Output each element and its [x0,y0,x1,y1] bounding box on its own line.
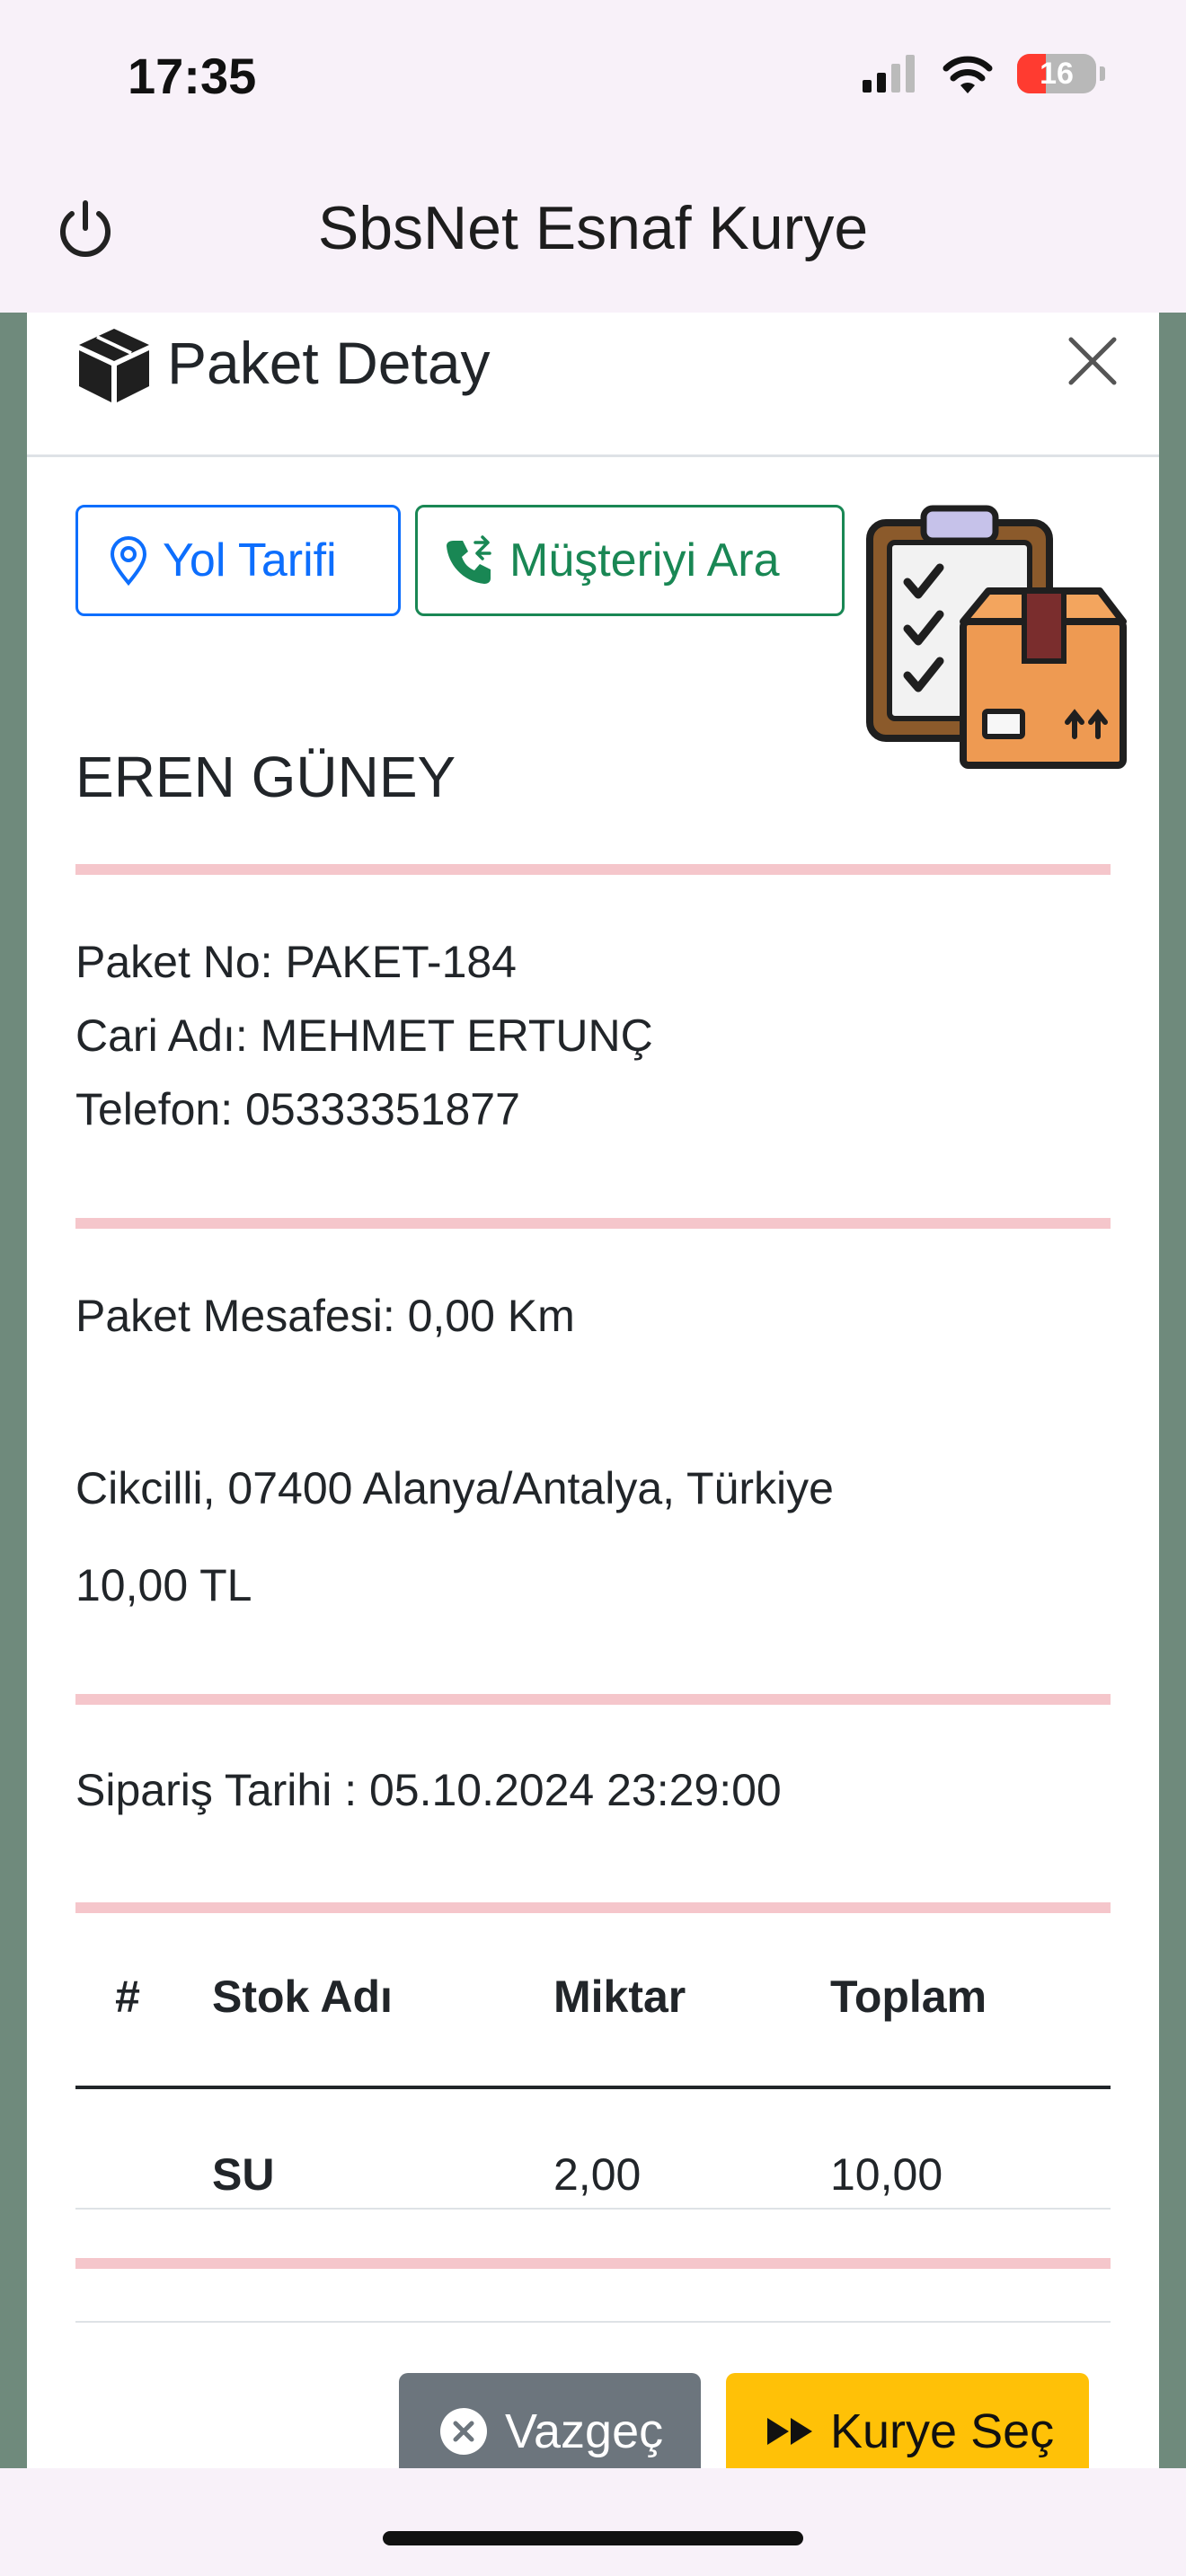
separator [75,1694,1111,1705]
background-right [1159,313,1186,2468]
call-customer-button[interactable]: Müşteriyi Ara [415,505,845,616]
signal-icon [863,55,915,93]
row-quantity: 2,00 [553,2149,642,2200]
background-left [0,313,29,2468]
close-circle-icon [440,2408,487,2455]
select-courier-button[interactable]: Kurye Seç [726,2373,1089,2468]
status-icons: 16 [863,54,1105,93]
fast-forward-icon [767,2418,812,2445]
battery-tip [1100,66,1105,81]
modal-title: Paket Detay [167,330,491,396]
battery-icon: 16 [1017,54,1096,93]
row-stock-name: SU [212,2149,275,2200]
customer-phone: Telefon: 05333351877 [75,1084,520,1134]
package-number: Paket No: PAKET-184 [75,937,517,987]
home-indicator[interactable] [383,2531,803,2545]
delivery-address: Cikcilli, 07400 Alanya/Antalya, Türkiye [75,1463,834,1513]
separator [75,864,1111,875]
column-header-stock-name: Stok Adı [212,1972,393,2022]
status-time: 17:35 [128,48,257,104]
app-title: SbsNet Esnaf Kurye [317,194,869,262]
directions-label: Yol Tarifi [163,534,337,587]
modal-header: Paket Detay [27,313,1159,457]
table-header-border [75,2086,1111,2089]
cancel-button[interactable]: Vazgeç [399,2373,701,2468]
package-distance: Paket Mesafesi: 0,00 Km [75,1291,575,1341]
call-customer-label: Müşteriyi Ara [509,534,780,587]
box-icon [79,329,149,402]
customer-name: EREN GÜNEY [75,745,456,809]
map-pin-icon [110,536,147,586]
phone-icon [447,535,491,584]
clipboard-package-illustration [866,505,1127,769]
column-header-index: # [115,1972,140,2022]
modal-footer-border [75,2321,1111,2323]
separator [75,1218,1111,1229]
package-amount: 10,00 TL [75,1560,252,1610]
bottom-bar [0,2468,1186,2576]
cancel-label: Vazgeç [505,2404,664,2458]
column-header-quantity: Miktar [553,1972,686,2022]
select-courier-label: Kurye Seç [830,2404,1055,2458]
separator [75,2258,1111,2269]
package-detail-modal: Paket Detay Yol Tarifi Müşteriyi Ara ERE… [27,313,1159,2468]
close-icon[interactable] [1062,331,1123,392]
battery-level: 16 [1040,56,1074,91]
account-name: Cari Adı: MEHMET ERTUNÇ [75,1010,653,1061]
directions-button[interactable]: Yol Tarifi [75,505,401,616]
top-area: 17:35 16 SbsNet Esnaf Kurye [0,0,1186,313]
order-date: Sipariş Tarihi : 05.10.2024 23:29:00 [75,1765,782,1815]
wifi-icon [943,56,993,93]
table-row-border [75,2208,1111,2210]
row-total: 10,00 [830,2149,943,2200]
column-header-total: Toplam [830,1972,987,2022]
separator [75,1902,1111,1913]
